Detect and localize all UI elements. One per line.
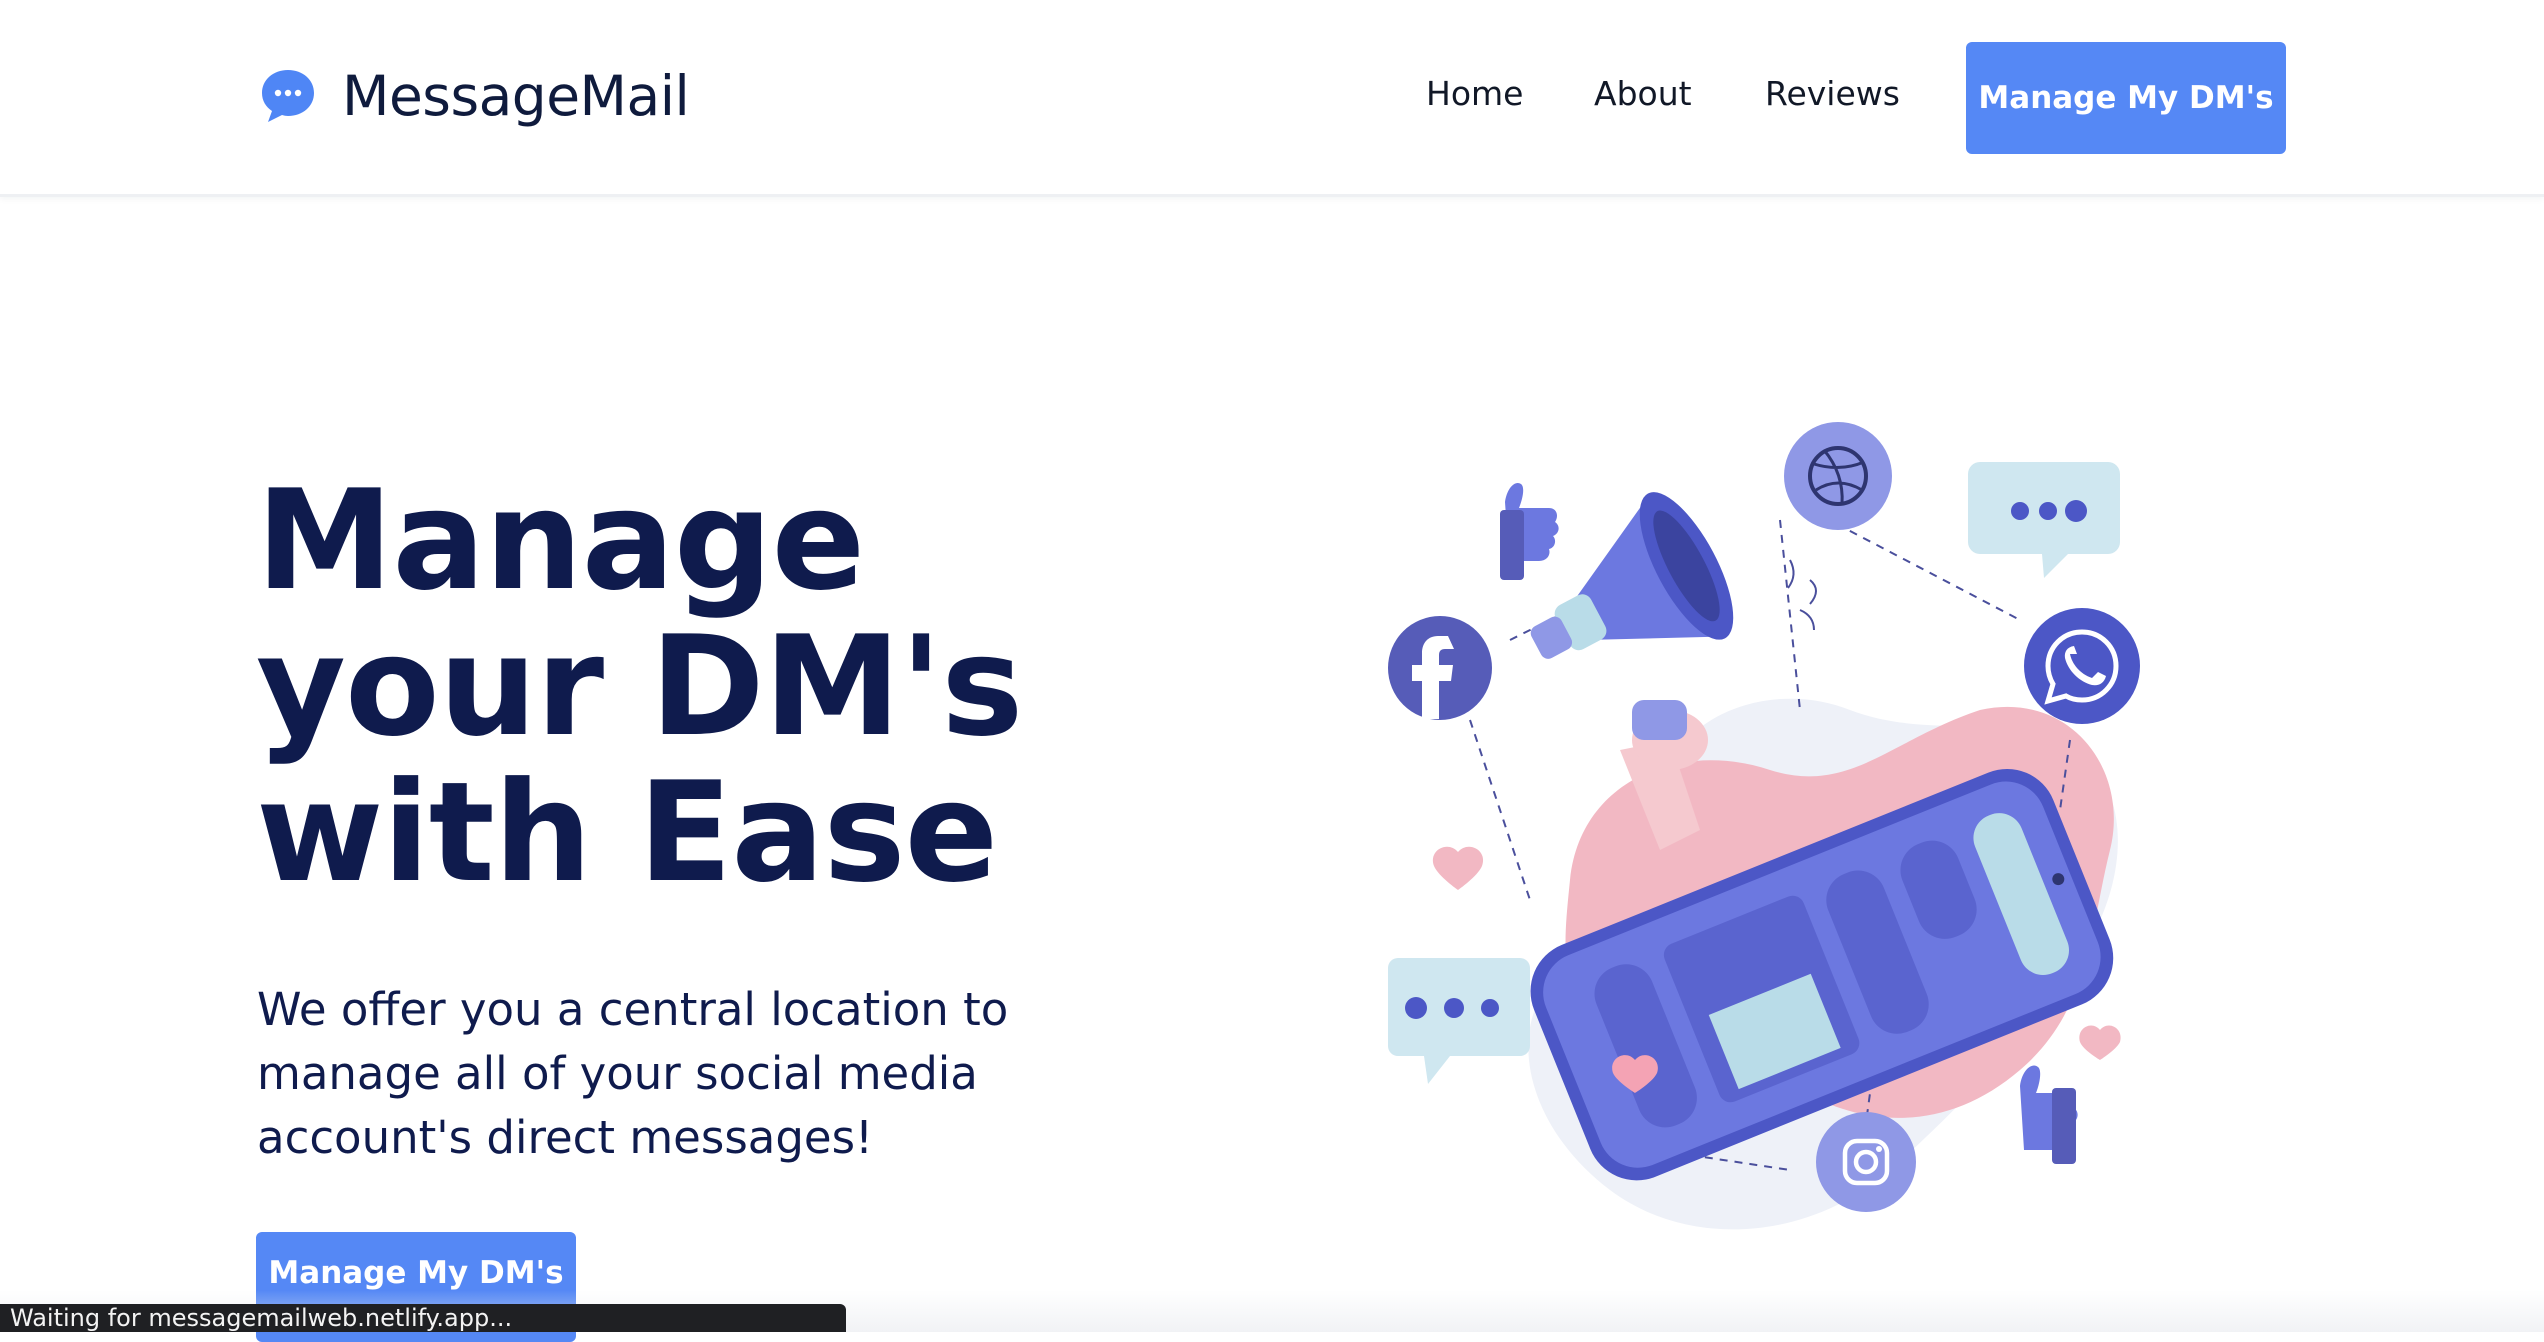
instagram-icon xyxy=(1816,1112,1916,1212)
thumbs-up-icon xyxy=(2020,1065,2078,1164)
chat-bubble-icon xyxy=(1968,462,2120,578)
thumbs-up-icon xyxy=(1500,482,1559,580)
hero-title-line: Manage xyxy=(256,460,865,621)
chat-bubble-icon xyxy=(1388,958,1530,1084)
nav-about-link[interactable]: About xyxy=(1594,74,1692,113)
social-media-illustration xyxy=(1388,422,2140,1230)
dribbble-icon xyxy=(1784,422,1892,530)
whatsapp-icon xyxy=(2024,608,2140,724)
brand-name: MessageMail xyxy=(342,64,690,128)
nav-reviews-link[interactable]: Reviews xyxy=(1765,74,1900,113)
brand-logo[interactable]: MessageMail xyxy=(258,62,690,130)
top-navbar: MessageMail Home About Reviews Manage My… xyxy=(0,0,2544,197)
hero-title: Manage your DM's with Ease xyxy=(256,460,1023,913)
nav-manage-dms-button[interactable]: Manage My DM's xyxy=(1966,42,2286,154)
browser-status-bar: Waiting for messagemailweb.netlify.app..… xyxy=(0,1304,846,1332)
hero-subtitle: We offer you a central location to manag… xyxy=(257,983,1009,1164)
hero-title-line: your DM's xyxy=(256,606,1023,767)
megaphone-sound-lines xyxy=(1787,559,1817,631)
facebook-icon xyxy=(1388,616,1492,720)
nav-home-link[interactable]: Home xyxy=(1426,74,1523,113)
chat-bubble-icon xyxy=(262,70,314,122)
hero-title-line: with Ease xyxy=(256,752,998,913)
